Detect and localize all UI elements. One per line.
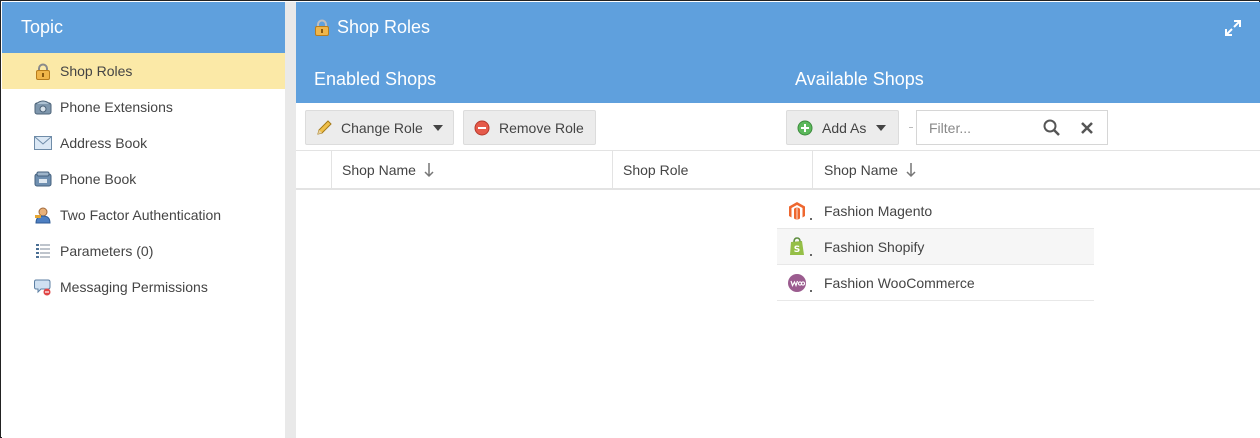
chevron-down-icon bbox=[432, 124, 443, 131]
change-role-label: Change Role bbox=[341, 119, 423, 136]
toolbar: Change Role Remove Role Add As bbox=[296, 103, 1260, 151]
add-as-button[interactable]: Add As bbox=[786, 110, 899, 145]
column-label: Shop Role bbox=[623, 161, 689, 178]
column-label: Shop Name bbox=[824, 161, 898, 178]
sort-down-icon bbox=[424, 162, 434, 177]
toolbar-separator bbox=[909, 127, 913, 128]
sidebar-item-label: Address Book bbox=[60, 135, 148, 151]
table-row[interactable]: Fashion WooCommerce bbox=[777, 265, 1094, 301]
shop-name: Fashion WooCommerce bbox=[824, 274, 975, 291]
page-title: Shop Roles bbox=[337, 17, 431, 37]
panel-splitter[interactable] bbox=[285, 2, 296, 438]
section-bar: Enabled Shops Available Shops bbox=[296, 53, 1260, 103]
sidebar-item-label: Two Factor Authentication bbox=[60, 207, 222, 223]
sidebar-item-shop-roles[interactable]: Shop Roles bbox=[2, 53, 285, 89]
sidebar-item-label: Phone Book bbox=[60, 171, 137, 187]
phone-extension-icon bbox=[34, 98, 52, 116]
sidebar-item-messaging-permissions[interactable]: Messaging Permissions bbox=[2, 269, 285, 305]
message-block-icon bbox=[34, 278, 52, 296]
shop-name: Fashion Magento bbox=[824, 202, 933, 219]
shop-name: Fashion Shopify bbox=[824, 238, 925, 255]
envelope-icon bbox=[34, 134, 52, 152]
woocommerce-icon bbox=[787, 273, 807, 293]
row-marker bbox=[810, 290, 812, 292]
add-icon bbox=[797, 120, 813, 136]
enabled-shops-title: Enabled Shops bbox=[314, 69, 437, 89]
main-header: Shop Roles bbox=[296, 2, 1260, 53]
search-icon[interactable] bbox=[1043, 119, 1061, 137]
main-panel: Shop Roles Enabled Shops Available Shops… bbox=[296, 2, 1260, 438]
list-icon bbox=[34, 242, 52, 260]
available-shop-name-column[interactable]: Shop Name bbox=[824, 151, 916, 188]
row-marker bbox=[810, 218, 812, 220]
expand-icon[interactable] bbox=[1224, 19, 1242, 37]
phone-book-icon bbox=[34, 170, 52, 188]
sort-down-icon bbox=[906, 162, 916, 177]
lock-icon bbox=[314, 19, 330, 36]
sidebar-title: Topic bbox=[2, 2, 285, 53]
available-shops-list: Fashion Magento S Fashion Shopify Fashio… bbox=[777, 193, 1094, 301]
change-role-button[interactable]: Change Role bbox=[305, 110, 454, 145]
filter-input[interactable] bbox=[929, 119, 1039, 136]
sidebar-item-two-factor-authentication[interactable]: Two Factor Authentication bbox=[2, 197, 285, 233]
chevron-down-icon bbox=[876, 124, 887, 131]
sidebar-item-address-book[interactable]: Address Book bbox=[2, 125, 285, 161]
clear-icon[interactable] bbox=[1079, 120, 1095, 136]
row-marker bbox=[810, 254, 812, 256]
column-divider bbox=[331, 151, 332, 188]
lock-icon bbox=[34, 62, 52, 80]
sidebar-item-parameters[interactable]: Parameters (0) bbox=[2, 233, 285, 269]
sidebar-item-label: Shop Roles bbox=[60, 63, 133, 79]
remove-icon bbox=[474, 120, 490, 136]
remove-role-label: Remove Role bbox=[499, 119, 584, 136]
table-row[interactable]: Fashion Magento bbox=[777, 193, 1094, 229]
column-divider bbox=[812, 151, 813, 188]
column-label: Shop Name bbox=[342, 161, 416, 178]
column-divider bbox=[612, 151, 613, 188]
window-frame: Topic Shop Roles Phone Extensions Addres… bbox=[0, 0, 1260, 438]
sidebar-item-phone-extensions[interactable]: Phone Extensions bbox=[2, 89, 285, 125]
sidebar: Topic Shop Roles Phone Extensions Addres… bbox=[2, 2, 285, 438]
table-row[interactable]: S Fashion Shopify bbox=[777, 229, 1094, 265]
sidebar-item-phone-book[interactable]: Phone Book bbox=[2, 161, 285, 197]
remove-role-button[interactable]: Remove Role bbox=[463, 110, 596, 145]
available-shops-title: Available Shops bbox=[795, 69, 924, 89]
sidebar-item-label: Messaging Permissions bbox=[60, 279, 208, 295]
sidebar-item-label: Parameters (0) bbox=[60, 243, 154, 259]
filter-box bbox=[916, 110, 1108, 145]
magento-icon bbox=[787, 201, 807, 221]
svg-text:S: S bbox=[794, 245, 800, 255]
add-as-label: Add As bbox=[822, 119, 867, 136]
pencil-icon bbox=[316, 119, 332, 136]
user-key-icon bbox=[34, 206, 52, 224]
sidebar-item-label: Phone Extensions bbox=[60, 99, 173, 115]
shopify-icon: S bbox=[787, 237, 807, 257]
enabled-shop-role-column[interactable]: Shop Role bbox=[623, 151, 688, 188]
enabled-shop-name-column[interactable]: Shop Name bbox=[342, 151, 434, 188]
grid-header: Shop Name Shop Role Shop Name bbox=[296, 151, 1260, 190]
